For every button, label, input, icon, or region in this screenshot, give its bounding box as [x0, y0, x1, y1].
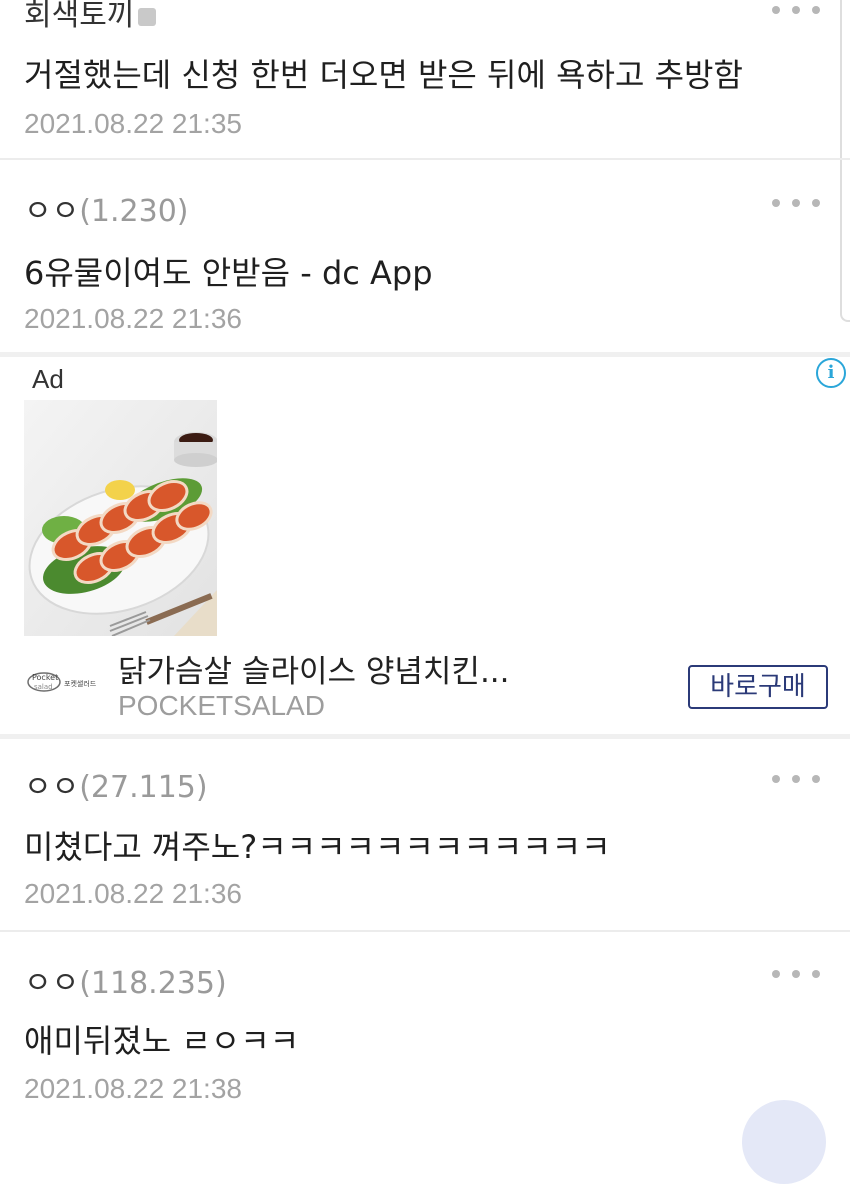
comment-text: 애미뒤졌노 ㄹㅇㅋㅋ	[24, 1022, 300, 1060]
author-nickname: 회색토끼	[24, 0, 135, 33]
ad-label: Ad	[32, 364, 64, 394]
comment-author[interactable]: ㅇㅇ(1.230)	[24, 186, 189, 230]
comment-text: 6유물이여도 안받음 - dc App	[24, 254, 433, 292]
author-ip: (27.115)	[79, 770, 208, 805]
info-icon[interactable]: i	[816, 358, 846, 388]
more-options-icon[interactable]	[772, 197, 820, 209]
comment-date: 2021.08.22 21:36	[24, 878, 242, 909]
divider	[0, 930, 850, 932]
author-nickname: ㅇㅇ	[24, 770, 80, 805]
comment-text: 거절했는데 신청 한번 더오면 받은 뒤에 욕하고 추방함	[24, 56, 743, 94]
buy-now-button[interactable]: 바로구매	[688, 665, 828, 709]
brand-logo: Pocket salad 포켓샐러드	[24, 664, 106, 720]
author-nickname: ㅇㅇ	[24, 194, 80, 229]
svg-text:포켓샐러드: 포켓샐러드	[64, 679, 97, 688]
divider	[0, 734, 850, 739]
comment-text: 미쳤다고 껴주노?ㅋㅋㅋㅋㅋㅋㅋㅋㅋㅋㅋㅋ	[24, 828, 611, 866]
comment-date: 2021.08.22 21:38	[24, 1073, 242, 1104]
comment-author[interactable]: 회색토끼	[24, 0, 157, 34]
author-nickname: ㅇㅇ	[24, 966, 80, 1001]
floating-action-button[interactable]	[742, 1100, 826, 1184]
fixed-nick-badge-icon	[138, 7, 157, 26]
more-options-icon[interactable]	[772, 773, 820, 785]
comment-date: 2021.08.22 21:35	[24, 108, 242, 139]
ad-title[interactable]: 닭가슴살 슬라이스 양념치킨...	[118, 646, 510, 691]
svg-text:Pocket: Pocket	[32, 673, 58, 682]
comment-date: 2021.08.22 21:36	[24, 303, 242, 334]
ad-brand: POCKETSALAD	[118, 690, 325, 721]
scroll-indicator	[840, 0, 850, 322]
comment-author[interactable]: ㅇㅇ(118.235)	[24, 958, 227, 1002]
ad-card[interactable]: Ad i Pocket salad 포켓샐러드 닭가슴살 슬라이스 양념치킨..…	[0, 356, 850, 734]
divider	[0, 158, 850, 160]
more-options-icon[interactable]	[772, 968, 820, 980]
more-options-icon[interactable]	[772, 4, 820, 16]
comment-author[interactable]: ㅇㅇ(27.115)	[24, 762, 208, 806]
author-ip: (118.235)	[79, 966, 227, 1001]
svg-text:salad: salad	[34, 683, 53, 691]
author-ip: (1.230)	[79, 194, 189, 229]
ad-product-image[interactable]	[24, 400, 217, 636]
